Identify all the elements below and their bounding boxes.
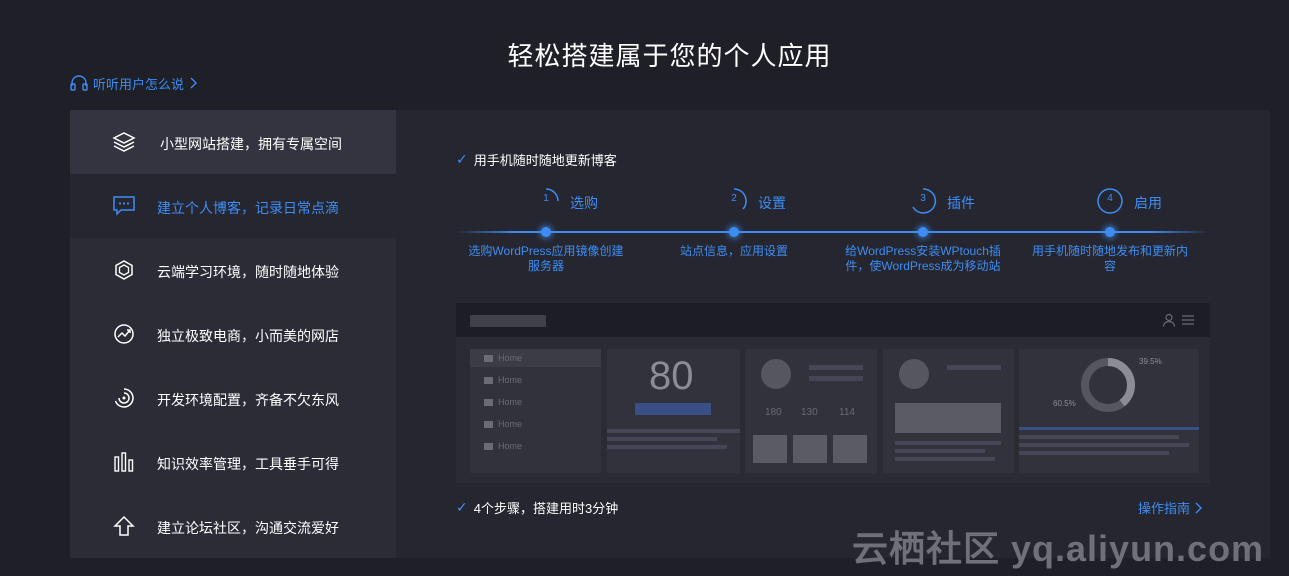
sidebar-item-label: 开发环境配置，齐备不欠东风 xyxy=(157,392,339,408)
sidebar-item-label: 云端学习环境，随时随地体验 xyxy=(157,264,339,280)
menu-icon xyxy=(1182,315,1194,325)
step-dot xyxy=(1105,227,1115,237)
check-icon: ✓ xyxy=(456,499,468,515)
headphones-icon xyxy=(70,75,88,91)
user-icon xyxy=(1162,313,1176,327)
listen-users-link[interactable]: 听听用户怎么说 xyxy=(70,74,198,92)
preview-article-card xyxy=(883,349,1014,473)
swirl-icon xyxy=(114,388,134,408)
step-number: 4 xyxy=(1107,193,1113,204)
sidebar-item-label: 独立极致电商，小而美的网店 xyxy=(157,328,339,344)
sidebar-item-label: 建立个人博客，记录日常点滴 xyxy=(157,200,339,216)
steps-timeline: 1 选购 选购WordPress应用镜像创建服务器 2 设置 站点信息，应用设置… xyxy=(396,180,1270,300)
preview-stat: 114 xyxy=(839,407,855,418)
sidebar-item-small-site[interactable]: 小型网站搭建，拥有专属空间 xyxy=(70,110,396,174)
preview-donut-card: 39.5% 60.5% xyxy=(1019,349,1199,473)
preview-menu-item: Home xyxy=(498,397,523,407)
content-area: ✓ 用手机随时随地更新博客 1 选购 选购WordPress应用镜像创建服务器 … xyxy=(396,110,1270,558)
step-desc: 给WordPress安装WPtouch插件，使WordPress成为移动站 xyxy=(845,244,1001,273)
chat-icon xyxy=(113,196,135,216)
watermark: 云栖社区 yq.aliyun.com xyxy=(852,528,1265,569)
operation-guide-link[interactable]: 操作指南 xyxy=(1138,498,1203,517)
preview-menu-item: Home xyxy=(498,419,523,429)
preview-stat: 130 xyxy=(801,407,818,418)
step-name: 选购 xyxy=(570,195,598,211)
top-check-title: ✓ 用手机随时随地更新博客 xyxy=(456,150,617,169)
preview-stat: 180 xyxy=(765,407,782,418)
step-desc: 选购WordPress应用镜像创建服务器 xyxy=(468,244,624,273)
top-check-label: 用手机随时随地更新博客 xyxy=(473,153,617,168)
donut-label: 60.5% xyxy=(1053,399,1076,408)
operation-guide-label: 操作指南 xyxy=(1138,501,1191,516)
preview-metric-value: 80 xyxy=(649,354,694,398)
upload-icon xyxy=(113,515,135,536)
sidebar-item-cloud-learning[interactable]: 云端学习环境，随时随地体验 xyxy=(70,238,396,302)
preview-menu: Home Home Home Home Home xyxy=(470,349,601,473)
feature-panel: 小型网站搭建，拥有专属空间 建立个人博客，记录日常点滴 云端学习环境，随时随地体… xyxy=(70,110,1270,558)
step-dot xyxy=(918,227,928,237)
preview-menu-item: Home xyxy=(498,441,523,451)
step-dot xyxy=(729,227,739,237)
layers-icon xyxy=(112,132,136,152)
step-name: 启用 xyxy=(1134,195,1162,211)
sidebar-item-label: 建立论坛社区，沟通交流爱好 xyxy=(157,520,339,536)
step-number: 2 xyxy=(731,193,737,204)
listen-users-label: 听听用户怎么说 xyxy=(93,76,185,92)
page-title: 轻松搭建属于您的个人应用 xyxy=(507,41,832,71)
chevron-right-icon xyxy=(190,77,198,89)
step-desc: 用手机随时随地发布和更新内容 xyxy=(1031,244,1188,273)
sidebar-item-label: 小型网站搭建，拥有专属空间 xyxy=(160,136,342,152)
chevron-right-icon xyxy=(1195,502,1203,513)
bottom-check-title: ✓ 4个步骤，搭建用时3分钟 xyxy=(456,498,618,517)
sidebar-item-knowledge[interactable]: 知识效率管理，工具垂手可得 xyxy=(70,430,396,494)
donut-label: 39.5% xyxy=(1139,357,1162,366)
sidebar: 小型网站搭建，拥有专属空间 建立个人博客，记录日常点滴 云端学习环境，随时随地体… xyxy=(70,110,396,558)
preview-profile-card: 180 130 114 xyxy=(745,349,877,473)
preview-menu-item: Home xyxy=(498,375,523,385)
step-desc: 站点信息，应用设置 xyxy=(679,244,788,258)
donut-chart xyxy=(1081,358,1135,412)
sidebar-item-ecommerce[interactable]: 独立极致电商，小而美的网店 xyxy=(70,302,396,366)
step-dot xyxy=(541,227,551,237)
sidebar-item-label: 知识效率管理，工具垂手可得 xyxy=(157,456,339,472)
timeline-track xyxy=(456,231,1210,233)
hexagon-icon xyxy=(115,260,133,280)
sidebar-item-dev-env[interactable]: 开发环境配置，齐备不欠东风 xyxy=(70,366,396,430)
sidebar-item-personal-blog[interactable]: 建立个人博客，记录日常点滴 xyxy=(70,174,396,238)
step-number: 1 xyxy=(543,193,549,204)
preview-topbar xyxy=(456,303,1210,337)
check-icon: ✓ xyxy=(456,151,468,167)
sidebar-item-forum[interactable]: 建立论坛社区，沟通交流爱好 xyxy=(70,494,396,558)
step-name: 设置 xyxy=(758,195,786,211)
trend-icon xyxy=(114,324,134,344)
step-name: 插件 xyxy=(947,195,975,211)
step-number: 3 xyxy=(920,193,926,204)
bottom-check-label: 4个步骤，搭建用时3分钟 xyxy=(473,501,619,516)
bars-icon xyxy=(114,452,134,472)
preview-menu-item: Home xyxy=(498,353,523,363)
dashboard-preview-image: Home Home Home Home Home 80 180 130 114 … xyxy=(456,303,1210,483)
